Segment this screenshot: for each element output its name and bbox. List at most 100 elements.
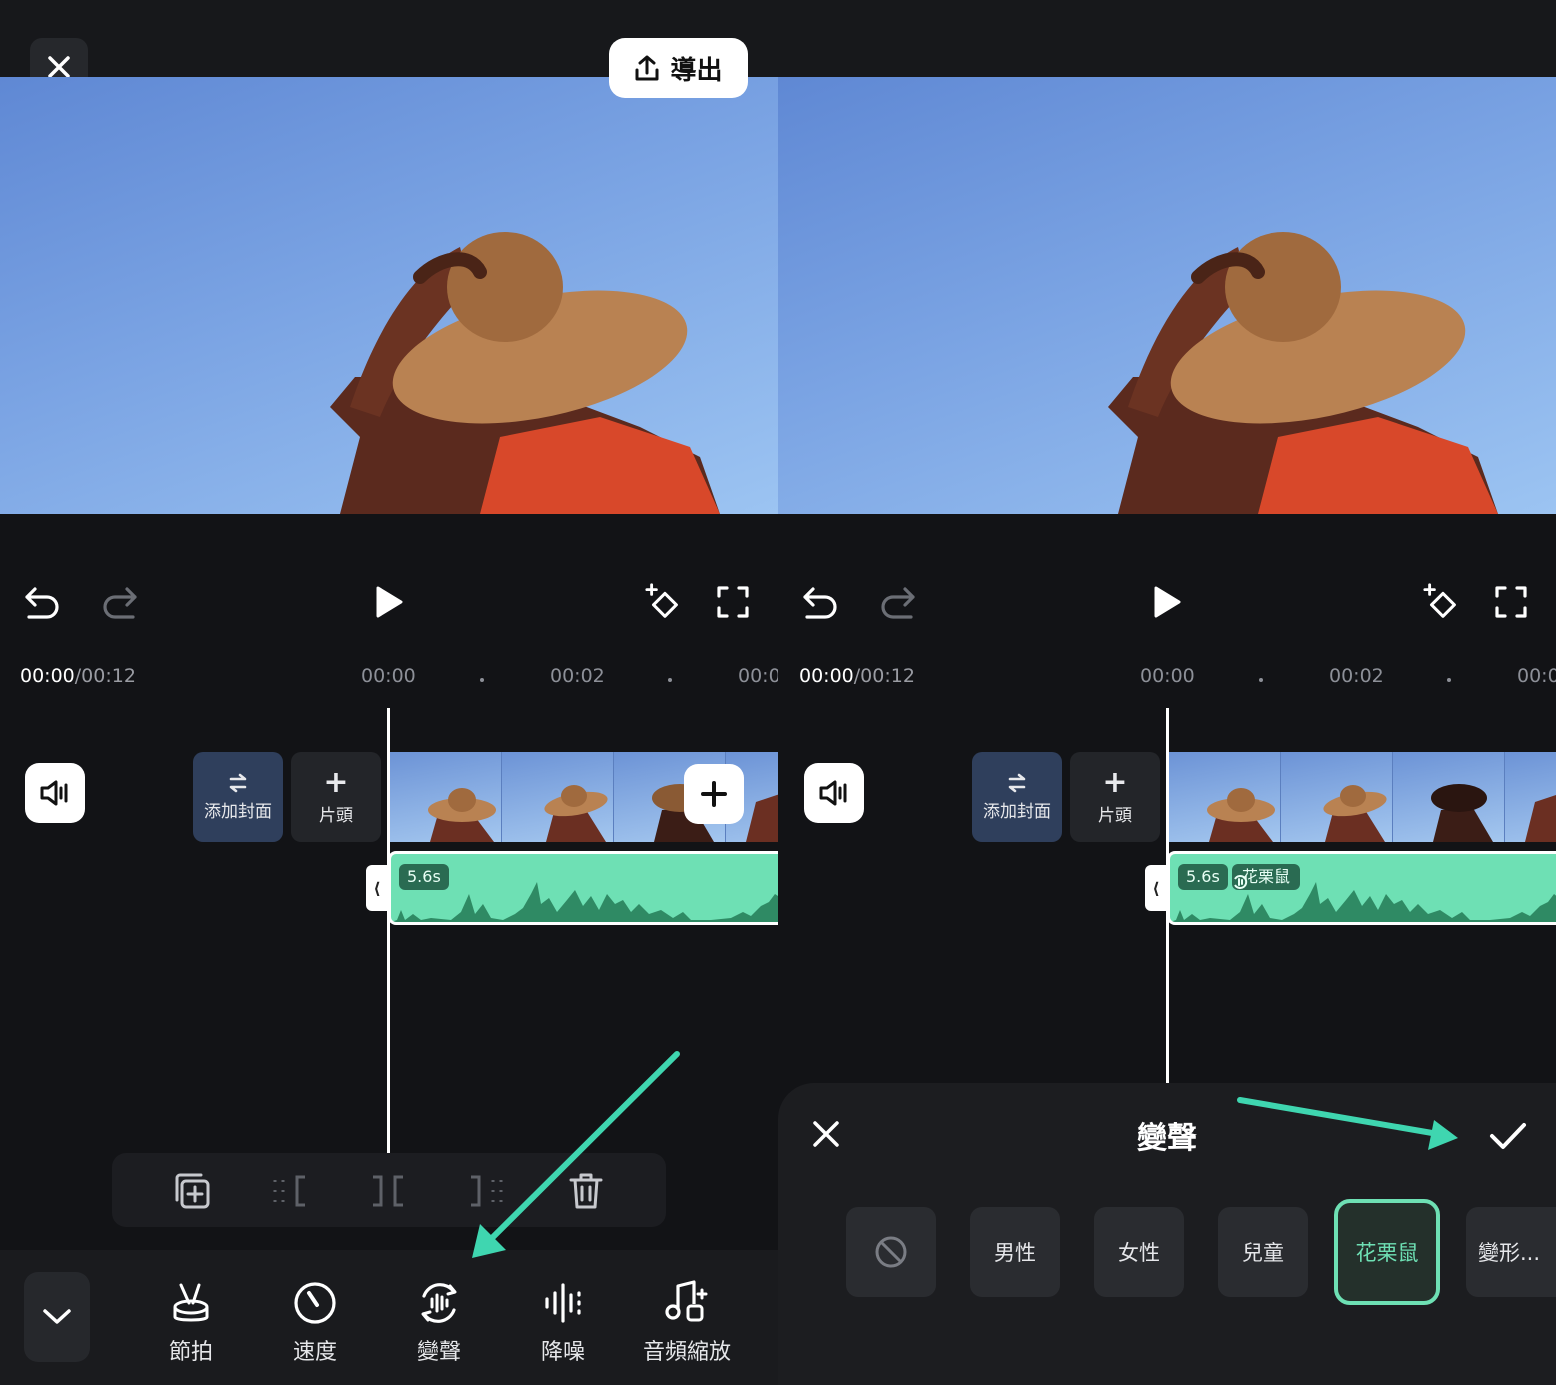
tool-speed[interactable]: 速度 [260,1278,370,1366]
mute-toggle[interactable] [25,763,85,823]
tool-label: 變聲 [416,1340,461,1365]
redo-button[interactable] [100,582,140,622]
intro-label: 片頭 [1098,805,1132,826]
tool-label: 節拍 [168,1340,213,1365]
speed-icon [294,1282,336,1324]
voice-option-female[interactable]: 女性 [1094,1207,1184,1297]
audio-clip[interactable]: 5.6s [388,851,778,925]
playhead[interactable] [387,708,390,1153]
voice-option-male[interactable]: 男性 [970,1207,1060,1297]
redo-icon [103,587,137,619]
swap-icon [1008,773,1026,792]
ruler-dot [480,678,484,682]
audio-trim-handle[interactable]: ⟨ [1145,865,1167,911]
redo-button[interactable] [878,582,918,622]
fullscreen-icon [1495,586,1527,618]
checkmark-icon [1490,1123,1526,1149]
fullscreen-button[interactable] [713,582,753,622]
mute-toggle[interactable] [804,763,864,823]
tool-label: 降噪 [540,1340,585,1365]
tool-label: 速度 [292,1340,337,1365]
add-cover-button[interactable]: 添加封面 [972,752,1062,842]
tool-audio-zoom[interactable]: 音頻縮放 [632,1278,742,1366]
swap-icon [229,773,247,792]
ruler-dot [668,678,672,682]
confirm-button[interactable] [1484,1112,1532,1160]
trim-right-button[interactable] [466,1171,506,1211]
video-clip-strip[interactable] [1169,752,1556,842]
ruler-dot [1447,678,1451,682]
video-preview[interactable] [778,77,1556,514]
audio-clip[interactable]: 5.6s 花栗鼠 [1167,851,1556,925]
fullscreen-button[interactable] [1491,582,1531,622]
tool-label: 音頻縮放 [642,1340,731,1365]
top-bar [778,0,1556,77]
voice-option-child[interactable]: 兒童 [1218,1207,1308,1297]
collapse-button[interactable] [24,1272,90,1362]
clip-thumbnail [1393,752,1505,842]
keyframe-button[interactable] [644,582,684,622]
upload-icon [635,55,659,81]
clip-thumbnail [1505,752,1556,842]
none-icon [875,1236,907,1268]
ruler-tick: 00:0 [738,665,778,687]
intro-label: 片頭 [319,805,353,826]
redo-icon [881,587,915,619]
video-preview[interactable] [0,77,778,514]
undo-button[interactable] [800,582,840,622]
intro-button[interactable]: + 片頭 [291,752,381,842]
export-label: 導出 [670,55,723,86]
add-clip-button[interactable] [684,764,744,824]
add-cover-button[interactable]: 添加封面 [193,752,283,842]
ruler-tick: 00:00 [1140,665,1195,687]
noise-reduction-icon [545,1283,581,1323]
voice-changer-icon [1234,875,1248,889]
tool-voice-changer[interactable]: 變聲 [384,1278,494,1366]
clip-thumbnail [1281,752,1393,842]
trim-right-icon [471,1175,503,1207]
undo-button[interactable] [22,582,62,622]
clip-thumbnail [502,752,614,842]
export-button[interactable]: 導出 [609,38,748,98]
split-button[interactable] [368,1171,408,1211]
duplicate-icon [175,1173,210,1209]
voice-option-transform[interactable]: 變形... [1466,1207,1556,1297]
duration-chip: 5.6s [399,864,449,890]
clip-edit-toolbar [112,1153,666,1227]
voice-option-none[interactable] [846,1207,936,1297]
play-button[interactable] [369,582,409,622]
play-button[interactable] [1147,582,1187,622]
close-icon [48,56,70,78]
voice-changer-icon [421,1283,457,1323]
trash-icon [569,1173,603,1209]
time-readout: 00:00/00:12 [20,665,136,687]
playhead[interactable] [1166,708,1169,1083]
play-icon [1154,586,1181,618]
speaker-icon [40,780,68,806]
add-cover-label: 添加封面 [204,801,272,822]
tool-noise-reduction[interactable]: 降噪 [508,1278,618,1366]
plus-icon [701,781,727,807]
duration-chip: 5.6s [1178,864,1228,890]
voice-effect-label: 花栗鼠 [1242,867,1291,886]
current-time: 00:00 [20,665,75,687]
split-icon [373,1175,403,1207]
keyframe-button[interactable] [1422,582,1462,622]
play-icon [376,586,403,618]
preview-frame [1108,232,1498,514]
trim-left-button[interactable] [270,1171,310,1211]
time-readout: 00:00/00:12 [799,665,915,687]
intro-button[interactable]: + 片頭 [1070,752,1160,842]
duplicate-button[interactable] [172,1171,212,1211]
fullscreen-icon [717,586,749,618]
voice-option-chipmunk[interactable]: 花栗鼠 [1334,1199,1440,1305]
plus-icon: + [323,764,349,800]
tool-beat[interactable]: 節拍 [136,1278,246,1366]
clip-thumbnail [1169,752,1281,842]
add-cover-label: 添加封面 [983,801,1051,822]
delete-button[interactable] [566,1171,606,1211]
trim-left-icon [273,1175,305,1207]
audio-trim-handle[interactable]: ⟨ [366,865,388,911]
waveform [391,882,778,922]
clip-thumbnail [390,752,502,842]
